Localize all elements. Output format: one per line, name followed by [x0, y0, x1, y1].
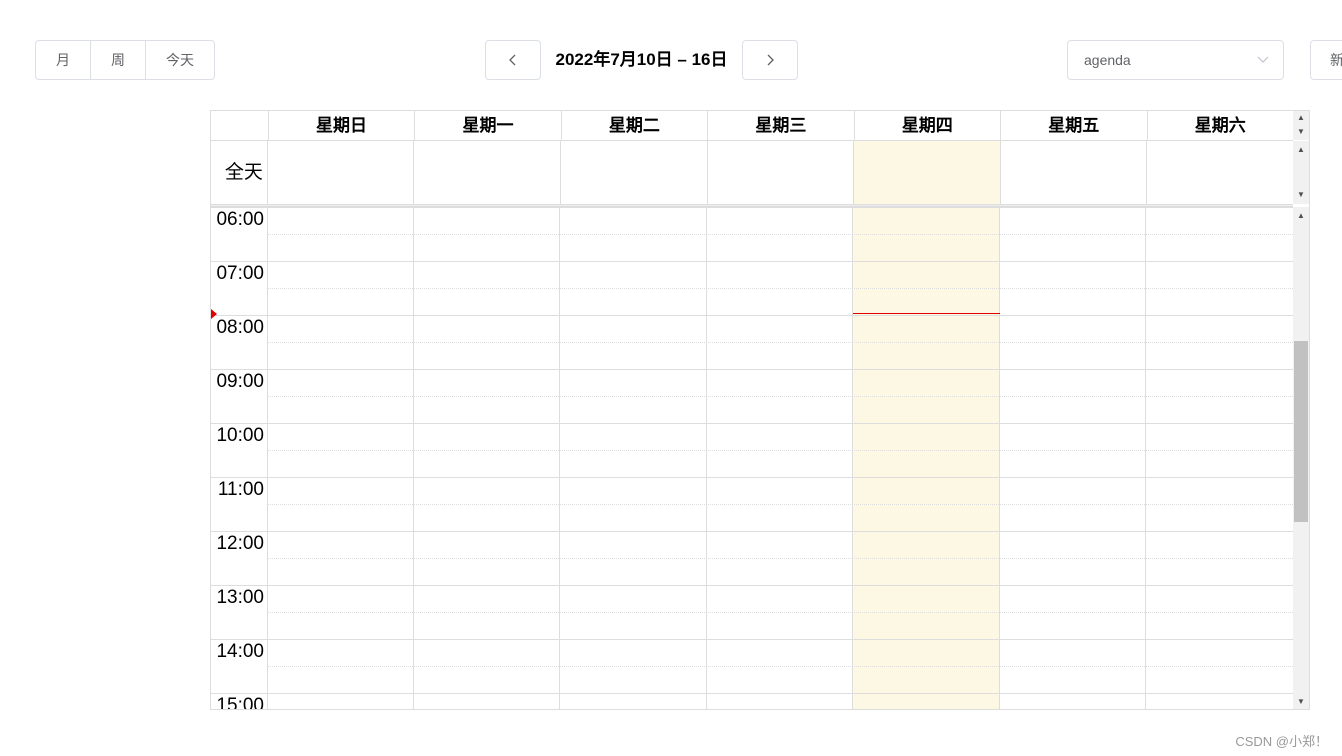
now-indicator-arrow	[211, 309, 217, 319]
time-label: 08:00	[211, 315, 264, 341]
time-label: 11:00	[211, 477, 264, 503]
scroll-up-icon[interactable]: ▲	[1293, 111, 1309, 125]
day-header-monday: 星期一	[415, 111, 561, 140]
all-day-cell[interactable]	[1147, 141, 1293, 204]
time-slot-row: 08:00	[211, 315, 1293, 369]
all-day-cell[interactable]	[708, 141, 855, 204]
time-slot-row: 12:00	[211, 531, 1293, 585]
today-button[interactable]: 今天	[146, 41, 214, 79]
day-header-wednesday: 星期三	[708, 111, 854, 140]
week-calendar: 星期日 星期一 星期二 星期三 星期四 星期五 星期六 ▲ ▼ 全天 ▲ ▼ 0…	[210, 110, 1310, 710]
time-grid-scrollbar[interactable]: ▲ ▼	[1293, 207, 1309, 710]
time-slot-row: 09:00	[211, 369, 1293, 423]
day-header-thursday: 星期四	[855, 111, 1001, 140]
time-label: 07:00	[211, 261, 264, 287]
chevron-right-icon	[765, 54, 775, 66]
all-day-label: 全天	[211, 141, 268, 204]
all-day-row: 全天	[211, 141, 1293, 204]
time-label: 13:00	[211, 585, 264, 611]
month-view-button[interactable]: 月	[36, 41, 91, 79]
all-day-cell[interactable]	[1001, 141, 1148, 204]
header-axis-cell	[211, 111, 269, 140]
scroll-down-icon[interactable]: ▼	[1293, 695, 1309, 709]
all-day-cell-today[interactable]	[854, 141, 1001, 204]
time-slot-row: 14:00	[211, 639, 1293, 693]
scroll-up-icon[interactable]: ▲	[1293, 209, 1309, 223]
chevron-left-icon	[508, 54, 518, 66]
prev-week-button[interactable]	[485, 40, 541, 80]
time-grid: 06:00 07:00 08:00 09:00 10:00 11:00 12:0…	[211, 207, 1293, 710]
watermark: CSDN @小郑！	[1235, 731, 1328, 750]
time-slot-row: 13:00	[211, 585, 1293, 639]
day-header-friday: 星期五	[1001, 111, 1147, 140]
time-label: 06:00	[211, 207, 264, 233]
day-header-row: 星期日 星期一 星期二 星期三 星期四 星期五 星期六	[211, 111, 1293, 141]
time-label: 15:00	[211, 693, 264, 710]
header-scrollbar[interactable]: ▲ ▼	[1293, 111, 1309, 140]
week-view-button[interactable]: 周	[91, 41, 146, 79]
time-slot-row: 07:00	[211, 261, 1293, 315]
all-day-cell[interactable]	[268, 141, 415, 204]
time-label: 10:00	[211, 423, 264, 449]
all-day-cell[interactable]	[561, 141, 708, 204]
date-range-title: 2022年7月10日 – 16日	[541, 40, 742, 80]
new-event-button[interactable]: 新	[1310, 40, 1342, 80]
view-select-value: agenda	[1084, 52, 1131, 68]
time-label: 12:00	[211, 531, 264, 557]
view-select[interactable]: agenda	[1067, 40, 1284, 80]
next-week-button[interactable]	[742, 40, 798, 80]
time-slot-row: 15:00	[211, 693, 1293, 710]
day-header-tuesday: 星期二	[562, 111, 708, 140]
all-day-scrollbar[interactable]: ▲ ▼	[1293, 141, 1309, 204]
day-header-sunday: 星期日	[269, 111, 415, 140]
time-label: 09:00	[211, 369, 264, 395]
time-slot-row: 11:00	[211, 477, 1293, 531]
view-button-group: 月 周 今天	[35, 40, 215, 80]
time-label: 14:00	[211, 639, 264, 665]
time-slot-row: 06:00	[211, 207, 1293, 261]
time-slot-row: 10:00	[211, 423, 1293, 477]
scroll-down-icon[interactable]: ▼	[1293, 188, 1309, 202]
day-header-saturday: 星期六	[1148, 111, 1293, 140]
all-day-cell[interactable]	[414, 141, 561, 204]
chevron-down-icon	[1257, 41, 1269, 94]
scrollbar-thumb[interactable]	[1294, 341, 1308, 522]
scroll-down-icon[interactable]: ▼	[1293, 125, 1309, 139]
now-indicator-line	[853, 313, 1000, 314]
scroll-up-icon[interactable]: ▲	[1293, 143, 1309, 157]
